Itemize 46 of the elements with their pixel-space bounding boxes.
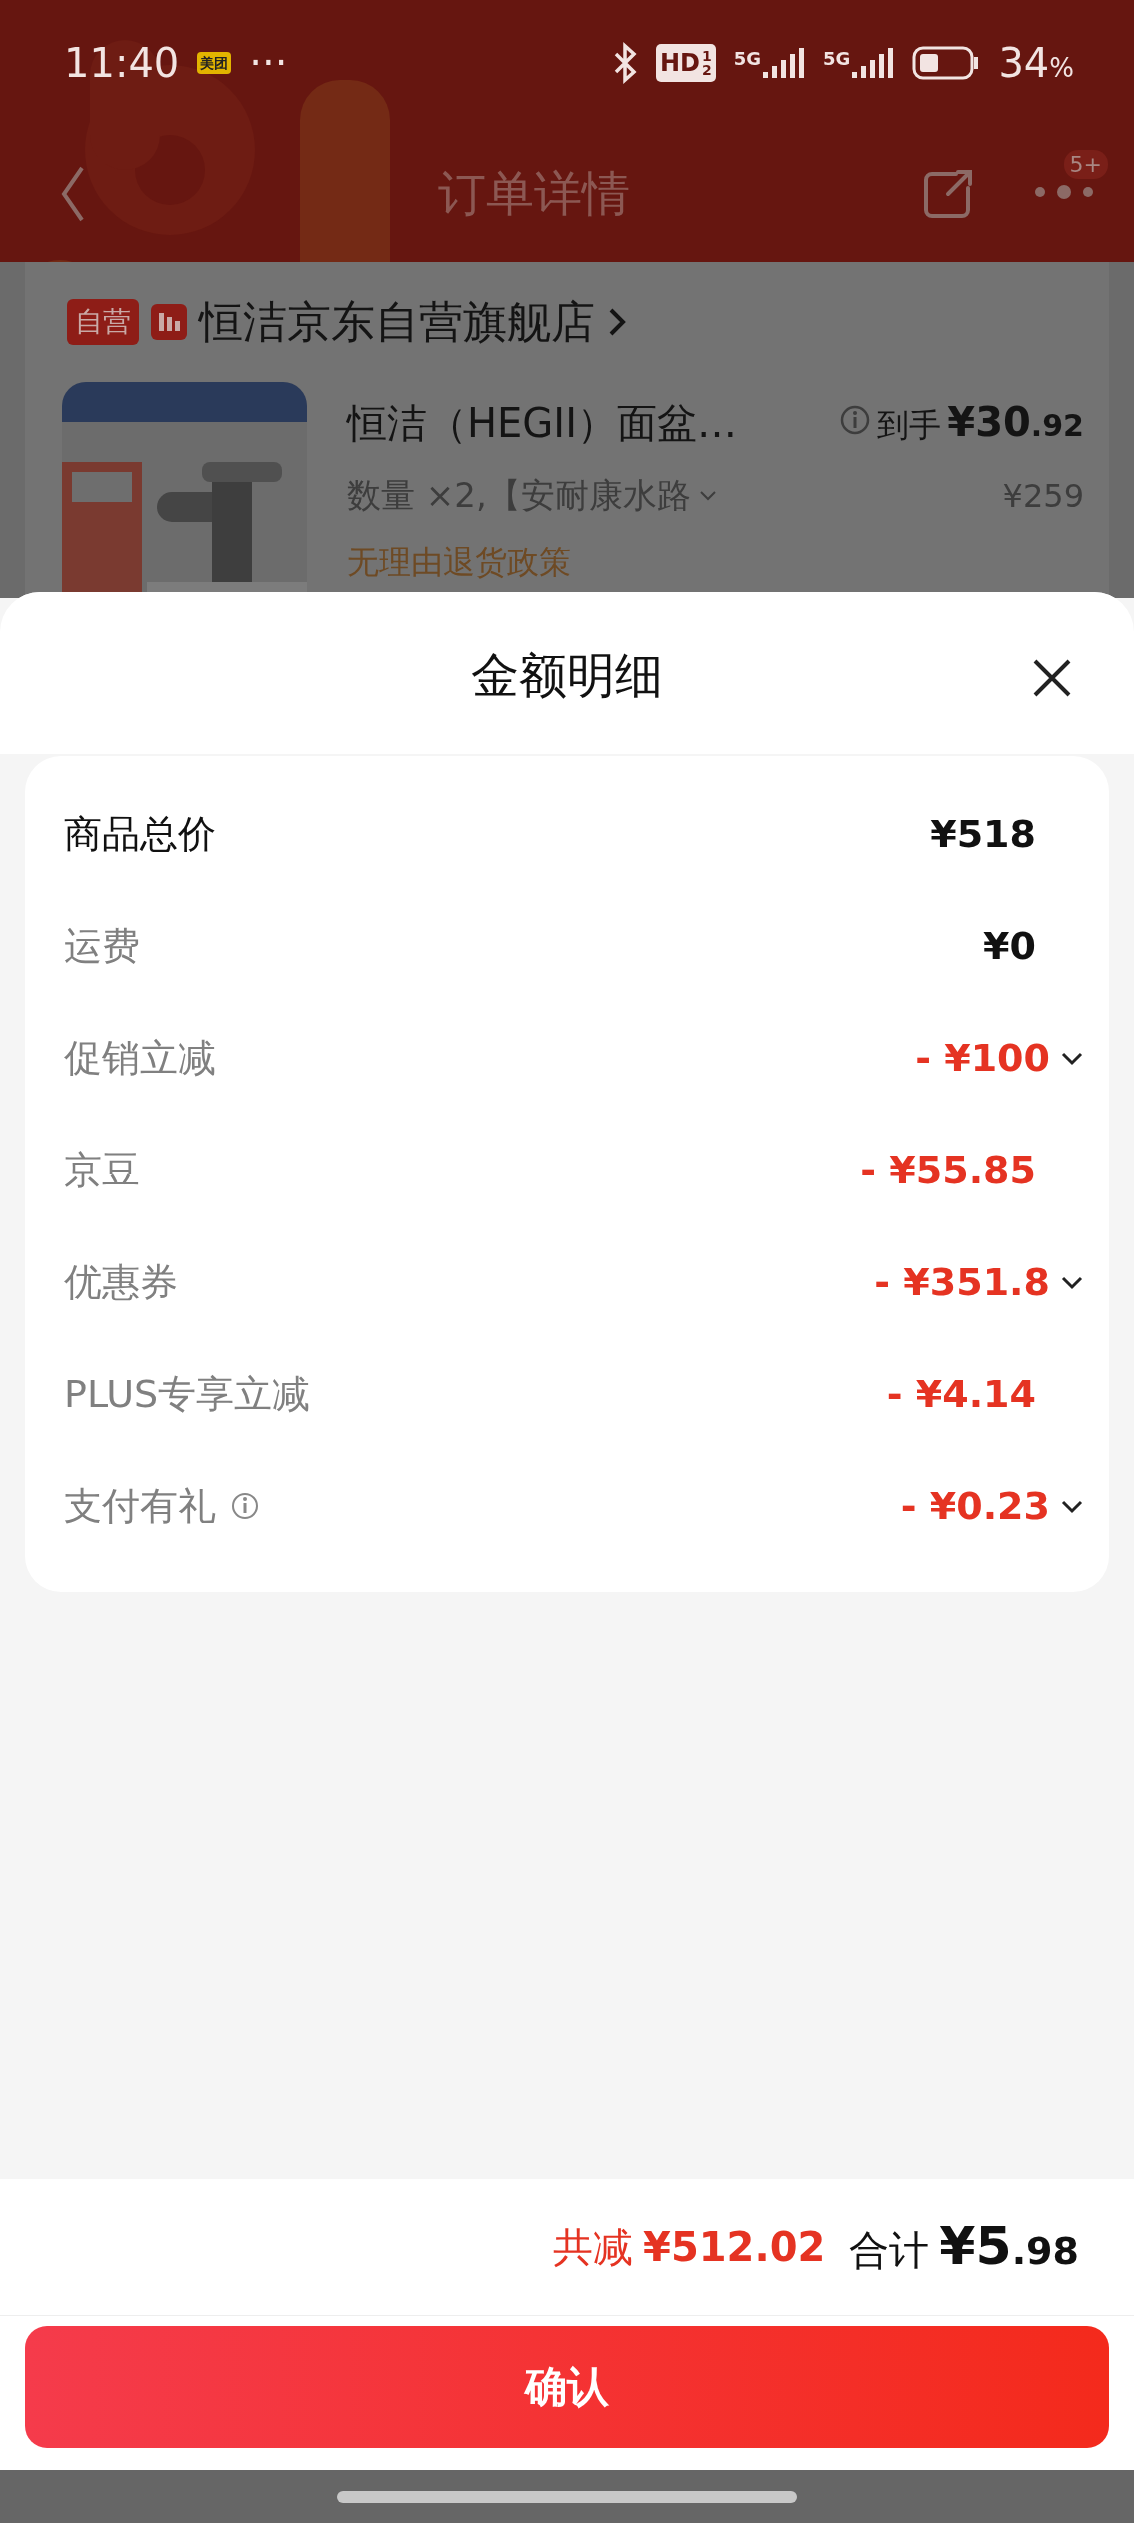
status-time: 11:40 bbox=[64, 39, 180, 86]
share-icon[interactable] bbox=[922, 167, 974, 220]
row-amount: ¥518 bbox=[930, 812, 1036, 856]
row-amount: - ¥351.8 bbox=[874, 1260, 1050, 1304]
chevron-right-icon bbox=[607, 306, 627, 338]
savings-label: 共减 bbox=[553, 2222, 634, 2272]
row-amount: - ¥0.23 bbox=[900, 1484, 1050, 1528]
chevron-down-icon[interactable] bbox=[1060, 1050, 1084, 1066]
final-price-decimals: .92 bbox=[1030, 408, 1084, 443]
store-logo-icon bbox=[151, 304, 187, 340]
store-name[interactable]: 恒洁京东自营旗舰店 bbox=[199, 292, 595, 352]
info-icon[interactable] bbox=[839, 404, 872, 436]
chevron-down-icon[interactable] bbox=[1060, 1498, 1084, 1514]
row-amount: ¥0 bbox=[983, 924, 1036, 968]
sheet-title: 金额明细 bbox=[471, 646, 663, 705]
info-icon[interactable] bbox=[230, 1491, 260, 1521]
total-amount-decimals: .98 bbox=[1011, 2229, 1079, 2273]
chevron-down-icon[interactable] bbox=[1060, 1274, 1084, 1290]
store-tag: 自营 bbox=[67, 299, 139, 345]
row-label: 支付有礼 bbox=[64, 1482, 216, 1530]
total-label: 合计 bbox=[849, 2226, 930, 2275]
row-amount: - ¥100 bbox=[915, 1036, 1050, 1080]
total-amount: ¥5 bbox=[939, 2216, 1012, 2276]
row-label: 京豆 bbox=[64, 1146, 140, 1194]
app-notification-icon: 美团 bbox=[197, 51, 232, 74]
close-icon[interactable] bbox=[1032, 658, 1072, 698]
bluetooth-icon bbox=[612, 41, 638, 84]
final-price: ¥30 bbox=[947, 399, 1031, 445]
confirm-button[interactable]: 确认 bbox=[25, 2326, 1109, 2448]
notification-badge: 5+ bbox=[1063, 149, 1108, 179]
row-label: 商品总价 bbox=[64, 810, 216, 858]
row-label: 促销立减 bbox=[64, 1034, 216, 1082]
row-label: 运费 bbox=[64, 922, 140, 970]
battery-icon bbox=[912, 45, 981, 80]
home-indicator[interactable] bbox=[337, 2490, 797, 2503]
return-policy: 无理由退货政策 bbox=[347, 542, 572, 583]
more-notifications-icon: ··· bbox=[249, 39, 288, 86]
product-title[interactable]: 恒洁（HEGII）面盆… bbox=[347, 396, 737, 451]
battery-percent: 34% bbox=[998, 39, 1074, 86]
row-amount: - ¥4.14 bbox=[886, 1372, 1036, 1416]
page-title: 订单详情 bbox=[437, 163, 631, 223]
row-amount: - ¥55.85 bbox=[860, 1148, 1036, 1192]
row-label: 优惠券 bbox=[64, 1258, 178, 1306]
row-label: PLUS专享立减 bbox=[64, 1370, 311, 1418]
price-label: 到手 bbox=[877, 405, 942, 446]
savings-amount: ¥512.02 bbox=[643, 2223, 826, 2270]
